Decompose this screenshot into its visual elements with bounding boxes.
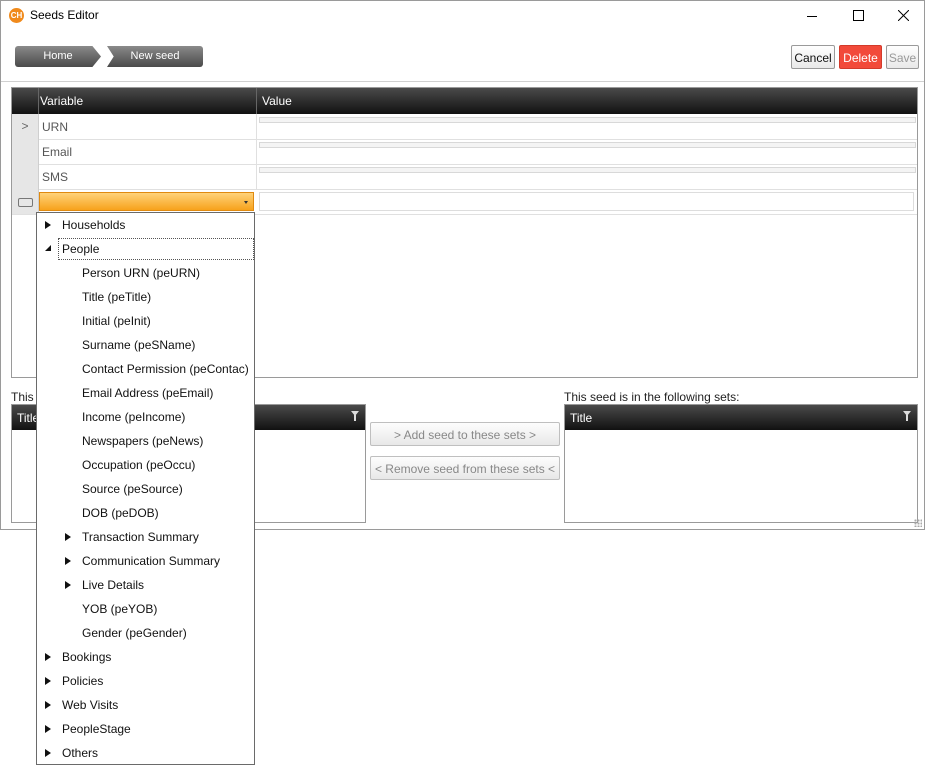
variable-name: SMS <box>42 170 69 184</box>
table-row[interactable]: SMS <box>12 164 917 190</box>
app-logo-icon: CH <box>9 8 24 23</box>
title-bar[interactable]: CH Seeds Editor <box>1 1 924 31</box>
breadcrumb-home[interactable]: Home <box>15 46 101 67</box>
tree-item-title[interactable]: Title (peTitle) <box>82 287 151 307</box>
tree-item-surname[interactable]: Surname (peSName) <box>82 335 195 355</box>
variable-combobox[interactable] <box>39 192 254 211</box>
table-row[interactable]: Email <box>12 139 917 165</box>
expand-arrow-icon[interactable] <box>45 725 51 733</box>
tree-item-gender[interactable]: Gender (peGender) <box>82 623 187 643</box>
row-indicator <box>12 164 39 189</box>
tree-item-person-urn[interactable]: Person URN (peURN) <box>82 263 200 283</box>
remove-seed-from-sets-button[interactable]: < Remove seed from these sets < <box>370 456 560 480</box>
add-seed-to-sets-button[interactable]: > Add seed to these sets > <box>370 422 560 446</box>
expand-arrow-icon[interactable] <box>45 677 51 685</box>
sets-label-right: This seed is in the following sets: <box>564 390 740 404</box>
column-header-value[interactable]: Value <box>256 88 292 114</box>
tree-item-source[interactable]: Source (peSource) <box>82 479 183 499</box>
cancel-button[interactable]: Cancel <box>791 45 835 69</box>
variable-tree-dropdown[interactable]: Households People Person URN (peURN) Tit… <box>36 212 255 765</box>
value-field[interactable] <box>259 142 916 148</box>
tree-item-email-address[interactable]: Email Address (peEmail) <box>82 383 213 403</box>
tree-item-newspapers[interactable]: Newspapers (peNews) <box>82 431 203 451</box>
expand-arrow-icon[interactable] <box>45 653 51 661</box>
expand-arrow-icon[interactable] <box>45 701 51 709</box>
window-title: Seeds Editor <box>30 8 99 22</box>
tree-item-web-visits[interactable]: Web Visits <box>62 695 118 715</box>
header-selector-cell <box>12 88 39 114</box>
tree-item-peoplestage[interactable]: PeopleStage <box>62 719 131 739</box>
new-row-icon <box>18 198 33 207</box>
tree-item-policies[interactable]: Policies <box>62 671 103 691</box>
expand-arrow-icon[interactable] <box>65 533 71 541</box>
collapse-arrow-icon[interactable] <box>45 245 51 251</box>
maximize-icon[interactable] <box>835 1 881 31</box>
tree-item-dob[interactable]: DOB (peDOB) <box>82 503 159 523</box>
seed-sets-header[interactable]: Title <box>565 405 917 430</box>
column-header-value-label: Value <box>262 94 292 108</box>
row-indicator <box>12 139 39 164</box>
seed-sets-list[interactable]: Title <box>564 404 918 523</box>
filter-icon[interactable] <box>351 411 359 421</box>
tree-item-occupation[interactable]: Occupation (peOccu) <box>82 455 195 475</box>
toolbar: Home New seed Cancel Delete Save <box>1 31 924 82</box>
expand-arrow-icon[interactable] <box>65 557 71 565</box>
tree-item-yob[interactable]: YOB (peYOB) <box>82 599 157 619</box>
tree-item-transaction-summary[interactable]: Transaction Summary <box>82 527 199 547</box>
value-field[interactable] <box>259 167 916 173</box>
tree-item-people[interactable]: People <box>62 239 99 259</box>
variable-name: Email <box>42 145 73 159</box>
delete-button[interactable]: Delete <box>839 45 882 69</box>
expand-arrow-icon[interactable] <box>45 221 51 229</box>
save-button[interactable]: Save <box>886 45 919 69</box>
tree-item-bookings[interactable]: Bookings <box>62 647 111 667</box>
row-indicator: > <box>12 114 39 139</box>
tree-item-households[interactable]: Households <box>62 215 125 235</box>
new-row-selector <box>12 189 39 214</box>
tree-item-contact-permission[interactable]: Contact Permission (peContac) <box>82 359 249 379</box>
tree-item-income[interactable]: Income (peIncome) <box>82 407 185 427</box>
new-value-field[interactable] <box>259 192 914 211</box>
grid-header: Variable Value <box>12 88 917 114</box>
table-row[interactable]: > URN <box>12 114 917 140</box>
tree-item-communication-summary[interactable]: Communication Summary <box>82 551 220 571</box>
column-header-variable[interactable]: Variable <box>40 94 83 108</box>
value-field[interactable] <box>259 117 916 123</box>
variable-cell[interactable] <box>38 164 257 189</box>
tree-item-live-details[interactable]: Live Details <box>82 575 144 595</box>
variable-cell[interactable] <box>38 114 257 139</box>
close-icon[interactable] <box>880 1 926 31</box>
expand-arrow-icon[interactable] <box>65 581 71 589</box>
tree-item-others[interactable]: Others <box>62 743 98 763</box>
minimize-icon[interactable] <box>789 1 835 31</box>
variable-name: URN <box>42 120 68 134</box>
resize-grip-icon[interactable] <box>914 519 922 527</box>
filter-icon[interactable] <box>903 411 911 421</box>
seed-sets-title-column: Title <box>570 411 593 425</box>
breadcrumb-new-seed[interactable]: New seed <box>107 46 203 67</box>
expand-arrow-icon[interactable] <box>45 749 51 757</box>
tree-item-initial[interactable]: Initial (peInit) <box>82 311 151 331</box>
